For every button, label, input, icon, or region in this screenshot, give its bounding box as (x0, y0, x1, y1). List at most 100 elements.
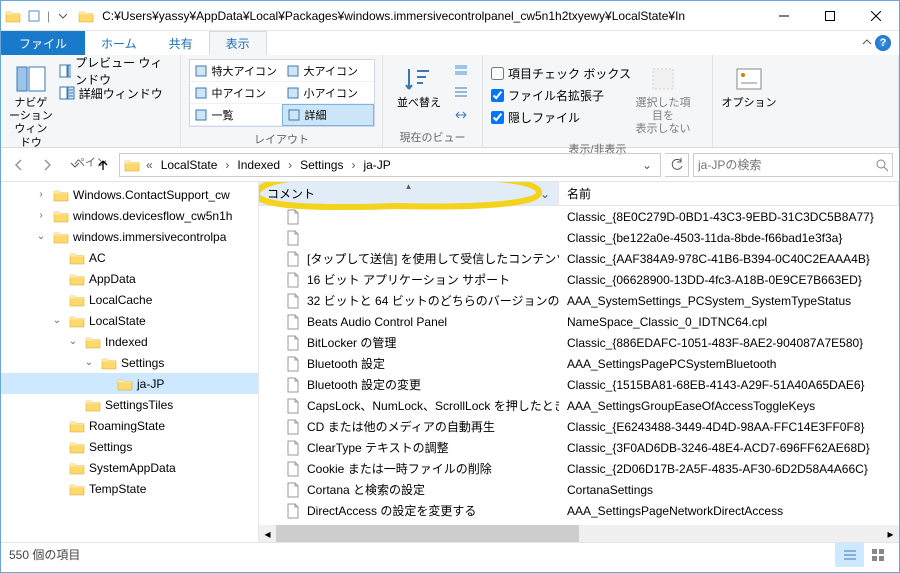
tree-item[interactable]: Settings (1, 436, 258, 457)
list-row[interactable]: 16 ビット アプリケーション サポートClassic_{06628900-13… (259, 269, 899, 290)
list-row[interactable]: ClearType テキストの調整Classic_{3F0AD6DB-3246-… (259, 437, 899, 458)
tree-item[interactable]: › Windows.ContactSupport_cw (1, 184, 258, 205)
tree-item[interactable]: ⌄windows.immersivecontrolpa (1, 226, 258, 247)
list-row[interactable]: Beats Audio Control Panel NameSpace_Class… (259, 311, 899, 332)
hide-selected-button[interactable]: 選択した項目を 表示しない (635, 59, 691, 137)
crumb[interactable]: Indexed (231, 154, 286, 176)
tree-item[interactable]: SystemAppData (1, 457, 258, 478)
search-box[interactable] (693, 153, 893, 177)
file-icon (285, 377, 301, 393)
column-header-name[interactable]: 名前 (559, 182, 899, 205)
layout-option[interactable]: 詳細 (282, 104, 374, 126)
tab-share[interactable]: 共有 (153, 31, 209, 55)
list-row[interactable]: Classic_{8E0C279D-0BD1-43C3-9EBD-31C3DC5… (259, 206, 899, 227)
tree-item[interactable]: ⌄LocalState (1, 310, 258, 331)
tree-item[interactable]: AC (1, 247, 258, 268)
ribbon: ナビゲーション ウィンドウ プレビュー ウィンドウ 詳細ウィンドウ ペイン 特大… (1, 55, 899, 148)
qat-dropdown[interactable] (52, 5, 74, 27)
crumb[interactable]: LocalState (155, 154, 224, 176)
folder-tree[interactable]: › Windows.ContactSupport_cw ›windows.devic… (1, 182, 259, 542)
tree-twisty[interactable]: › (33, 189, 49, 200)
recent-dropdown[interactable] (63, 153, 87, 177)
hidden-files-toggle[interactable]: 隠しファイル (491, 107, 631, 127)
layout-option[interactable]: 中アイコン (190, 82, 282, 104)
up-button[interactable] (91, 153, 115, 177)
tree-item[interactable]: ⌄Settings (1, 352, 258, 373)
item-checkboxes-toggle[interactable]: 項目チェック ボックス (491, 63, 631, 83)
list-row[interactable]: Bluetooth 設定AAA_SettingsPagePCSystemBlue… (259, 353, 899, 374)
add-columns-button[interactable] (451, 83, 471, 103)
options-button[interactable]: オプション (721, 59, 777, 110)
list-row[interactable]: BitLocker の管理Classic_{886EDAFC-1051-483F… (259, 332, 899, 353)
tree-twisty[interactable]: ⌄ (81, 357, 97, 368)
column-header-comment[interactable]: ▴ コメント ⌄ (259, 182, 559, 205)
minimize-button[interactable] (761, 1, 807, 31)
horizontal-scrollbar[interactable]: ◂▸ (259, 525, 899, 542)
layout-gallery[interactable]: 特大アイコン大アイコン中アイコン小アイコン一覧詳細 (189, 59, 375, 127)
file-icon (285, 209, 301, 225)
list-row[interactable]: DirectAccess の設定を変更するAAA_SettingsPageNet… (259, 500, 899, 521)
details-pane-button[interactable]: 詳細ウィンドウ (57, 83, 172, 103)
sort-button[interactable]: 並べ替え (391, 59, 447, 110)
crumb[interactable]: ja-JP (357, 154, 396, 176)
tree-item[interactable]: ⌄Indexed (1, 331, 258, 352)
tree-label: Windows.ContactSupport_cw (73, 188, 230, 202)
refresh-button[interactable] (665, 153, 689, 177)
navigation-pane-button[interactable]: ナビゲーション ウィンドウ (9, 59, 53, 150)
tab-home[interactable]: ホーム (85, 31, 153, 55)
folder-icon (53, 209, 69, 223)
tree-item[interactable]: TempState (1, 478, 258, 499)
column-filter-dropdown[interactable]: ⌄ (540, 187, 550, 201)
qat-properties[interactable] (23, 5, 45, 27)
folder-icon (69, 314, 85, 328)
cell-comment: Cortana と検索の設定 (307, 481, 425, 498)
preview-pane-button[interactable]: プレビュー ウィンドウ (57, 61, 172, 81)
list-row[interactable]: [タップして送信] を使用して受信したコンテンツの設定の変...Classic_… (259, 248, 899, 269)
tab-view[interactable]: 表示 (209, 31, 267, 55)
list-row[interactable]: CapsLock、NumLock、ScrollLock を押したときに音を...… (259, 395, 899, 416)
layout-option[interactable]: 小アイコン (282, 82, 374, 104)
tree-twisty[interactable]: ⌄ (49, 315, 65, 326)
file-icon (285, 335, 301, 351)
list-row[interactable]: CD または他のメディアの自動再生Classic_{E6243488-3449-… (259, 416, 899, 437)
details-view-button[interactable] (835, 543, 863, 567)
layout-option[interactable]: 大アイコン (282, 60, 374, 82)
cell-name: NameSpace_Classic_0_IDTNC64.cpl (559, 315, 899, 329)
tree-twisty[interactable]: ⌄ (65, 336, 81, 347)
tree-item[interactable]: ja-JP (1, 373, 258, 394)
list-row[interactable]: Cookie または一時ファイルの削除Classic_{2D06D17B-2A5… (259, 458, 899, 479)
cell-comment: CapsLock、NumLock、ScrollLock を押したときに音を... (307, 397, 559, 414)
tree-twisty[interactable]: ⌄ (33, 231, 49, 242)
tree-item[interactable]: LocalCache (1, 289, 258, 310)
search-input[interactable] (698, 158, 875, 172)
file-extensions-toggle[interactable]: ファイル名拡張子 (491, 85, 631, 105)
close-button[interactable] (853, 1, 899, 31)
list-row[interactable]: Cortana と検索の設定CortanaSettings (259, 479, 899, 500)
breadcrumb[interactable]: « LocalState› Indexed› Settings› ja-JP ⌄ (119, 153, 661, 177)
list-row[interactable]: 32 ビットと 64 ビットのどちらのバージョンの Windows かを...A… (259, 290, 899, 311)
tab-file[interactable]: ファイル (1, 31, 85, 55)
maximize-button[interactable] (807, 1, 853, 31)
tree-item[interactable]: RoamingState (1, 415, 258, 436)
address-dropdown[interactable]: ⌄ (636, 158, 658, 172)
cell-comment: Beats Audio Control Panel (307, 315, 447, 329)
tree-item[interactable]: SettingsTiles (1, 394, 258, 415)
cell-name: Classic_{3F0AD6DB-3246-48E4-ACD7-696FF62… (559, 441, 899, 455)
list-row[interactable]: Bluetooth 設定の変更Classic_{1515BA81-68EB-41… (259, 374, 899, 395)
help-button[interactable]: ? (875, 35, 891, 51)
tree-twisty[interactable]: › (33, 210, 49, 221)
list-row[interactable]: Classic_{be122a0e-4503-11da-8bde-f66bad1… (259, 227, 899, 248)
crumb[interactable]: Settings (294, 154, 349, 176)
back-button[interactable] (7, 153, 31, 177)
layout-option[interactable]: 一覧 (190, 104, 282, 126)
file-icon (285, 356, 301, 372)
ribbon-collapse[interactable] (861, 36, 873, 51)
tree-item[interactable]: ›windows.devicesflow_cw5n1h (1, 205, 258, 226)
layout-option[interactable]: 特大アイコン (190, 60, 282, 82)
search-icon (875, 158, 888, 172)
folder-icon (124, 158, 140, 172)
tree-item[interactable]: AppData (1, 268, 258, 289)
icons-view-button[interactable] (863, 543, 891, 567)
group-by-button[interactable] (451, 61, 471, 81)
size-columns-button[interactable] (451, 105, 471, 125)
